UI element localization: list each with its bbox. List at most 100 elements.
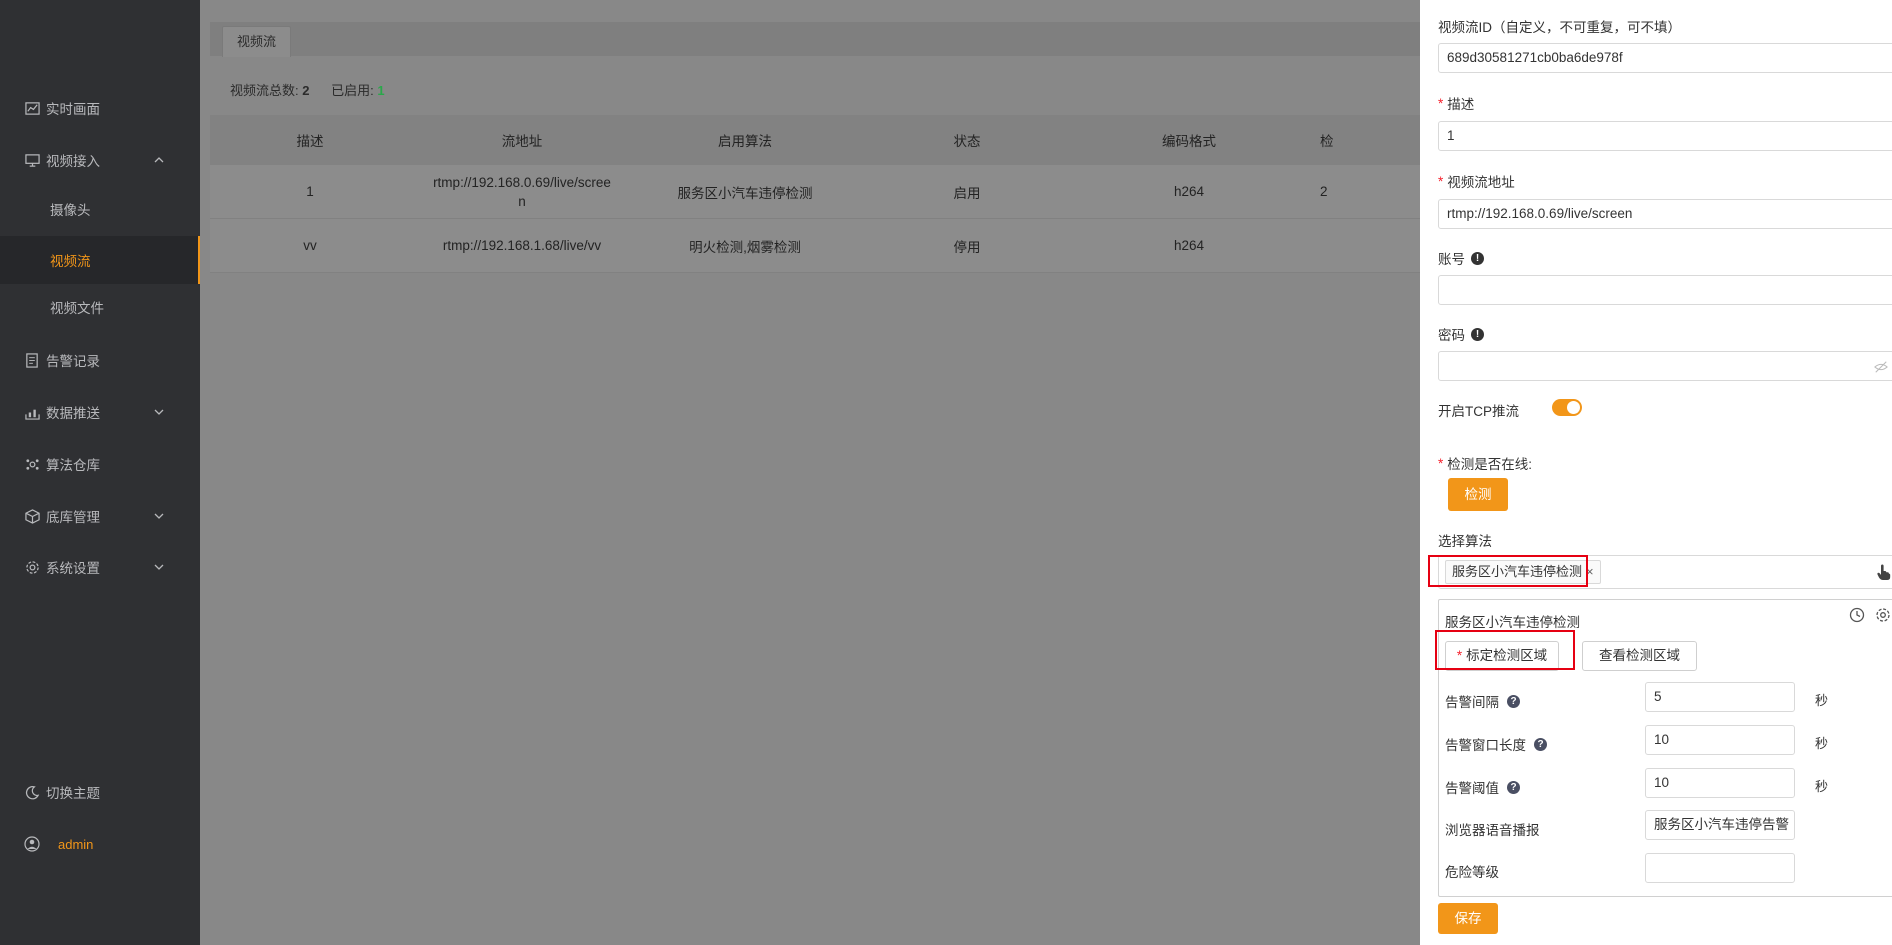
- sidebar-item-label: 视频文件: [50, 301, 104, 316]
- sidebar-item-system-settings[interactable]: 系统设置: [0, 545, 200, 589]
- sidebar-item-label: 底库管理: [46, 510, 100, 525]
- detect-button[interactable]: 检测: [1448, 478, 1508, 511]
- gear-icon[interactable]: [1875, 607, 1891, 623]
- chart-line-icon: [24, 100, 40, 116]
- required-mark: *: [1438, 173, 1444, 189]
- chevron-down-icon: [152, 509, 166, 523]
- eye-hidden-icon[interactable]: [1874, 360, 1888, 374]
- column-header: 检: [1320, 134, 1334, 149]
- interval-label: 告警间隔 ?: [1445, 691, 1520, 711]
- cell-desc: 1: [306, 184, 314, 199]
- save-button[interactable]: 保存: [1438, 903, 1498, 934]
- sidebar-item-data-push[interactable]: 数据推送: [0, 390, 200, 434]
- column-header: 描述: [296, 134, 324, 149]
- cell-codec: h264: [1173, 184, 1205, 199]
- tcp-label: 开启TCP推流: [1438, 404, 1519, 419]
- theme-toggle-label: 切换主题: [46, 786, 100, 801]
- theme-toggle[interactable]: 切换主题: [0, 770, 200, 814]
- cell-url-line: n: [518, 193, 526, 209]
- cell-codec: h264: [1173, 238, 1205, 253]
- enabled-label: 已启用:: [331, 83, 374, 98]
- window-label-text: 告警窗口长度: [1445, 738, 1526, 753]
- table-row[interactable]: vv rtmp://192.168.1.68/live/vv 明火检测,烟雾检测…: [210, 219, 1420, 273]
- stream-url-input[interactable]: rtmp://192.168.0.69/live/screen: [1438, 199, 1892, 229]
- account-input[interactable]: [1438, 275, 1892, 305]
- sidebar-item-video-access[interactable]: 视频接入: [0, 138, 200, 182]
- stream-id-input[interactable]: 689d30581271cb0ba6de978f: [1438, 43, 1892, 73]
- sidebar-item-label: 数据推送: [46, 406, 100, 421]
- required-mark: *: [1438, 95, 1444, 111]
- desc-label: * 描述: [1438, 93, 1474, 113]
- tab-video-stream[interactable]: 视频流: [222, 26, 292, 57]
- help-icon[interactable]: ?: [1507, 780, 1520, 794]
- sidebar-item-label: 告警记录: [46, 354, 100, 369]
- unit-seconds: 秒: [1815, 693, 1829, 708]
- stream-table: 描述 流地址 启用算法 状态 编码格式 检 1 rtmp://192.168.0…: [210, 115, 1420, 273]
- cell-algorithms: 服务区小汽车违停检测: [677, 185, 813, 201]
- online-label: * 检测是否在线:: [1438, 453, 1532, 473]
- sidebar-item-label: 算法仓库: [46, 458, 100, 473]
- help-icon[interactable]: ?: [1507, 694, 1520, 708]
- sidebar-item-algorithm-repo[interactable]: 算法仓库: [0, 442, 200, 486]
- tcp-toggle[interactable]: [1552, 399, 1582, 416]
- pointer-hand-icon: [1876, 563, 1892, 581]
- url-label: * 视频流地址: [1438, 171, 1515, 191]
- password-label-text: 密码: [1438, 328, 1465, 343]
- view-region-button[interactable]: 查看检测区域: [1582, 641, 1697, 671]
- moon-icon: [24, 784, 40, 800]
- table-row[interactable]: 1 rtmp://192.168.0.69/live/scree n 服务区小汽…: [210, 165, 1420, 219]
- id-label: 视频流ID（自定义，不可重复，可不填）: [1438, 20, 1681, 35]
- danger-label: 危险等级: [1445, 865, 1499, 880]
- chevron-up-icon: [152, 153, 166, 167]
- sidebar-item-label: 系统设置: [46, 561, 100, 576]
- alarm-threshold-input[interactable]: 10: [1645, 768, 1795, 798]
- help-icon[interactable]: ?: [1534, 737, 1547, 751]
- sidebar-item-library[interactable]: 底库管理: [0, 494, 200, 538]
- document-icon: [24, 352, 40, 368]
- desc-label-text: 描述: [1447, 97, 1475, 112]
- voice-broadcast-input[interactable]: 服务区小汽车违停告警: [1645, 810, 1795, 840]
- cell-extra: 2: [1320, 184, 1328, 199]
- column-header: 状态: [953, 134, 981, 149]
- total-label: 视频流总数:: [230, 83, 299, 98]
- sidebar-item-label: 视频流: [50, 254, 91, 269]
- info-icon[interactable]: !: [1471, 251, 1484, 265]
- sidebar-item-alarm-records[interactable]: 告警记录: [0, 338, 200, 382]
- highlight-box: [1435, 630, 1575, 670]
- url-label-text: 视频流地址: [1447, 175, 1515, 190]
- cell-url: rtmp://192.168.0.69/live/scree n: [410, 173, 634, 211]
- danger-level-input[interactable]: [1645, 853, 1795, 883]
- total-count: 2: [302, 83, 310, 98]
- cell-desc: vv: [303, 238, 317, 253]
- upload-icon: [24, 404, 40, 420]
- voice-label: 浏览器语音播报: [1445, 823, 1540, 838]
- main-content: 视频流 视频流总数: 2 已启用: 1 描述 流地址 启用算法 状态 编码格式 …: [200, 0, 1420, 945]
- user-avatar-icon: [24, 836, 40, 852]
- description-input[interactable]: 1: [1438, 121, 1892, 151]
- column-header: 编码格式: [1162, 134, 1216, 149]
- account-label-text: 账号: [1438, 252, 1465, 267]
- highlight-box: [1428, 555, 1588, 587]
- info-icon[interactable]: !: [1471, 327, 1484, 341]
- sidebar-item-label: 摄像头: [50, 203, 91, 218]
- alarm-window-input[interactable]: 10: [1645, 725, 1795, 755]
- sidebar-item-live-view[interactable]: 实时画面: [0, 86, 200, 130]
- threshold-label-text: 告警阈值: [1445, 781, 1499, 796]
- cube-network-icon: [24, 456, 40, 472]
- alarm-interval-input[interactable]: 5: [1645, 682, 1795, 712]
- sidebar-item-video-stream[interactable]: 视频流: [0, 236, 200, 284]
- chevron-down-icon: [152, 560, 166, 574]
- tabs-bar: 视频流: [210, 22, 1420, 57]
- password-input[interactable]: [1438, 351, 1892, 381]
- sidebar: 实时画面 视频接入 摄像头 视频流 视频文件 告警记录 数据推送 算法仓库 底库…: [0, 0, 200, 945]
- threshold-label: 告警阈值 ?: [1445, 777, 1520, 797]
- column-header: 启用算法: [718, 134, 772, 149]
- clock-icon[interactable]: [1849, 607, 1865, 623]
- user-menu[interactable]: admin: [0, 822, 200, 866]
- cell-url: rtmp://192.168.1.68/live/vv: [410, 238, 634, 253]
- algo-label: 选择算法: [1438, 534, 1492, 549]
- cell-algorithms: 明火检测,烟雾检测: [689, 239, 801, 255]
- column-header: 流地址: [501, 134, 543, 149]
- enabled-count: 1: [377, 83, 385, 98]
- cell-status: 启用: [953, 185, 981, 201]
